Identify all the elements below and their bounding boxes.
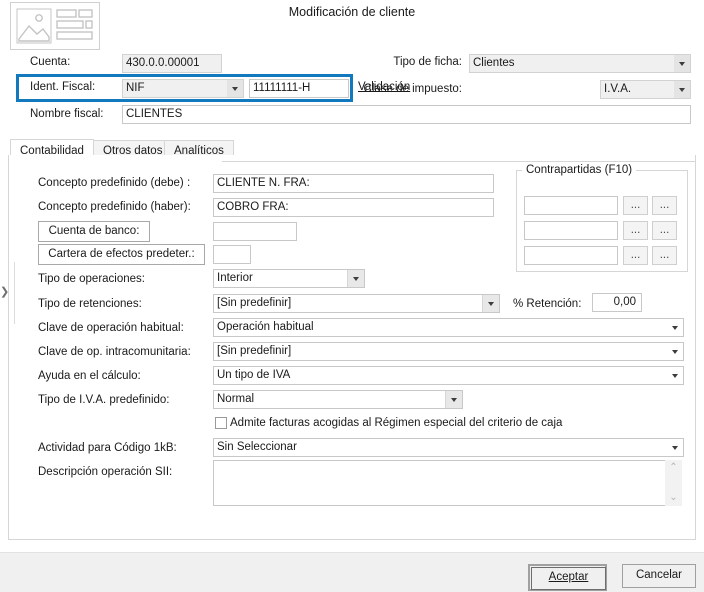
clave-intracomunitaria-label: Clave de op. intracomunitaria: [38,346,191,358]
chevron-down-icon [347,270,364,287]
ayuda-calculo-label: Ayuda en el cálculo: [38,370,141,382]
tab-strip-rule [222,161,696,162]
chevron-down-icon [674,81,690,98]
chevron-down-icon [482,295,499,312]
concepto-haber-label: Concepto predefinido (haber): [38,201,191,213]
ident-fiscal-label: Ident. Fiscal: [30,81,96,93]
ident-fiscal-type-select[interactable]: NIF [122,79,244,98]
tipo-operaciones-value: Interior [217,272,253,284]
accept-button-focus-ring: Aceptar [528,564,607,591]
tipo-ficha-label: Tipo de ficha: [393,56,462,68]
actividad-codigo-value: Sin Seleccionar [217,441,297,453]
contrapartida-browse-1b[interactable]: ... [652,196,677,215]
cuenta-banco-input[interactable] [213,222,297,241]
tipo-ficha-value: Clientes [473,57,515,69]
accept-button[interactable]: Aceptar [531,567,606,590]
concepto-haber-input[interactable]: COBRO FRA: [213,198,494,217]
tipo-ficha-select[interactable]: Clientes [469,54,691,73]
concepto-debe-label: Concepto predefinido (debe) : [38,177,191,189]
tipo-iva-label: Tipo de I.V.A. predefinido: [38,394,170,406]
cartera-efectos-button[interactable]: Cartera de efectos predeter.: [38,244,205,265]
contrapartida-browse-1a[interactable]: ... [623,196,648,215]
cartera-efectos-input[interactable] [213,245,251,264]
tipo-retenciones-label: Tipo de retenciones: [38,298,142,310]
nombre-fiscal-label: Nombre fiscal: [30,108,104,120]
clave-intracomunitaria-value: [Sin predefinir] [217,345,292,357]
tipo-iva-select[interactable]: Normal [213,390,463,409]
dialog-title: Modificación de cliente [288,5,416,19]
contrapartida-browse-3a[interactable]: ... [623,246,648,265]
tipo-iva-value: Normal [217,393,255,405]
pct-retencion-label: % Retención: [513,298,582,310]
cuenta-banco-button[interactable]: Cuenta de banco: [38,221,150,242]
cuenta-value: 430.0.0.00001 [122,54,222,73]
cuenta-label: Cuenta: [30,56,71,68]
chevron-up-icon[interactable]: ⌃ [669,463,677,473]
clase-impuesto-value: I.V.A. [604,83,632,95]
chevron-down-icon [674,55,690,72]
clave-operacion-value: Operación habitual [217,321,314,333]
chevron-down-icon[interactable]: ⌄ [669,493,677,503]
chevron-down-icon [445,391,462,408]
tipo-operaciones-select[interactable]: Interior [213,269,365,288]
clase-impuesto-select[interactable]: I.V.A. [600,80,691,99]
chevron-down-icon [227,80,243,97]
contrapartidas-legend: Contrapartidas (F10) [522,164,637,176]
tipo-retenciones-select[interactable]: [Sin predefinir] [213,294,500,313]
contrapartida-browse-2a[interactable]: ... [623,221,648,240]
panel-splitter[interactable] [14,262,15,324]
chevron-down-icon [667,343,683,360]
clave-intracomunitaria-select[interactable]: [Sin predefinir] [213,342,684,361]
descripcion-sii-label: Descripción operación SII: [38,466,173,478]
actividad-codigo-select[interactable]: Sin Seleccionar [213,438,684,457]
expand-arrow-icon[interactable]: ❯ [0,287,9,298]
tipo-operaciones-label: Tipo de operaciones: [38,273,145,285]
contrapartida-input-3[interactable] [524,246,618,265]
chevron-down-icon [667,367,683,384]
clave-operacion-label: Clave de operación habitual: [38,322,184,334]
nombre-fiscal-input[interactable]: CLIENTES [122,105,691,124]
actividad-codigo-label: Actividad para Código 1kB: [38,442,177,454]
contrapartida-browse-2b[interactable]: ... [652,221,677,240]
ident-fiscal-input[interactable]: 11111111-H [249,79,349,98]
criterio-caja-checkbox[interactable] [215,417,227,429]
contrapartida-input-2[interactable] [524,221,618,240]
ayuda-calculo-value: Un tipo de IVA [217,369,291,381]
concepto-debe-input[interactable]: CLIENTE N. FRA: [213,174,494,193]
descripcion-sii-textarea[interactable] [213,460,674,506]
clave-operacion-select[interactable]: Operación habitual [213,318,684,337]
pct-retencion-input[interactable]: 0,00 [592,293,642,312]
descripcion-sii-scrollbar[interactable]: ⌃ ⌄ [665,460,682,506]
chevron-down-icon [667,319,683,336]
criterio-caja-label: Admite facturas acogidas al Régimen espe… [230,417,563,429]
ident-fiscal-type-value: NIF [126,82,145,94]
clase-impuesto-label: Clase de impuesto: [363,83,462,95]
contrapartida-input-1[interactable] [524,196,618,215]
cancel-button[interactable]: Cancelar [622,564,696,588]
chevron-down-icon [667,439,683,456]
contrapartida-browse-3b[interactable]: ... [652,246,677,265]
tipo-retenciones-value: [Sin predefinir] [217,297,292,309]
ayuda-calculo-select[interactable]: Un tipo de IVA [213,366,684,385]
